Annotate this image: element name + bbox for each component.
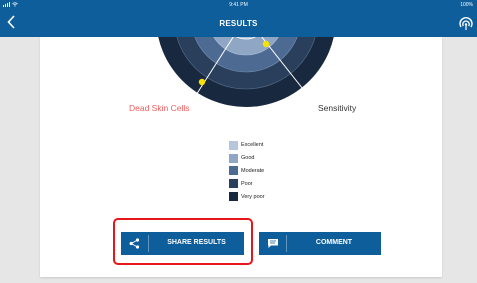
status-bar: 9:41 PM 100% bbox=[0, 0, 477, 11]
legend-item: Moderate bbox=[229, 165, 265, 178]
legend-item: Excellent bbox=[229, 139, 265, 152]
comment-icon bbox=[267, 239, 278, 248]
share-results-highlight bbox=[113, 218, 253, 265]
legend-label: Moderate bbox=[241, 167, 265, 174]
legend-swatch bbox=[229, 192, 238, 202]
legend-label: Very poor bbox=[241, 193, 265, 200]
legend-item: Very poor bbox=[229, 190, 265, 203]
comment-label: COMMENT bbox=[315, 239, 353, 246]
legend-swatch bbox=[229, 179, 238, 189]
legend-label: Good bbox=[241, 155, 255, 162]
legend: Excellent Good Moderate Poor Very poor bbox=[229, 139, 265, 203]
page-title: RESULTS bbox=[219, 19, 258, 28]
nav-bar: RESULTS bbox=[0, 11, 477, 37]
axis-label-sensitivity: Sensitivity bbox=[318, 103, 357, 113]
wireless-scan-button[interactable] bbox=[459, 17, 473, 31]
legend-swatch bbox=[229, 140, 238, 150]
status-time: 9:41 PM bbox=[229, 2, 248, 8]
comment-icon-area bbox=[259, 232, 286, 255]
battery-level: 100% bbox=[460, 2, 473, 8]
legend-item: Good bbox=[229, 152, 265, 165]
axis-label-dead-skin-cells: Dead Skin Cells bbox=[129, 103, 190, 113]
legend-swatch bbox=[229, 153, 238, 163]
radar-chart bbox=[158, 37, 334, 107]
comment-button[interactable]: COMMENT bbox=[259, 232, 381, 255]
marker-sensitivity bbox=[262, 40, 270, 48]
legend-label: Excellent bbox=[241, 142, 264, 149]
marker-dead-skin-cells bbox=[198, 78, 206, 86]
legend-swatch bbox=[229, 166, 238, 176]
wireless-scan-icon bbox=[459, 17, 473, 30]
legend-label: Poor bbox=[241, 180, 253, 187]
legend-item: Poor bbox=[229, 177, 265, 190]
